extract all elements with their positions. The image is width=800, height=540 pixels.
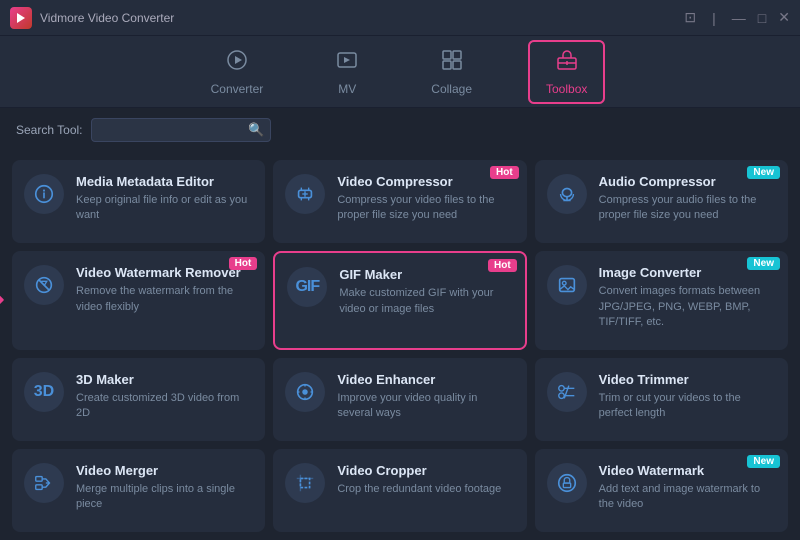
tab-collage-label: Collage [431, 82, 472, 96]
gif-maker-desc: Make customized GIF with your video or i… [339, 286, 510, 317]
video-compressor-info: Video Compressor Compress your video fil… [337, 174, 512, 224]
video-compressor-icon-wrap [285, 174, 325, 214]
video-merger-info: Video Merger Merge multiple clips into a… [76, 463, 251, 513]
tool-card-video-watermark[interactable]: Video Watermark Add text and image water… [535, 449, 788, 532]
tool-card-video-enhancer[interactable]: Video Enhancer Improve your video qualit… [273, 358, 526, 441]
video-watermark-info: Video Watermark Add text and image water… [599, 463, 774, 513]
watermark-remover-icon-wrap [24, 265, 64, 305]
video-merger-name: Video Merger [76, 463, 251, 478]
tool-card-video-trimmer[interactable]: Video Trimmer Trim or cut your videos to… [535, 358, 788, 441]
video-merger-icon-wrap [24, 463, 64, 503]
search-bar: Search Tool: 🔍 [0, 108, 800, 152]
3d-maker-icon-wrap: 3D [24, 372, 64, 412]
video-merger-desc: Merge multiple clips into a single piece [76, 482, 251, 513]
tab-toolbox[interactable]: Toolbox [528, 40, 605, 104]
toolbox-icon [555, 48, 579, 78]
video-trimmer-icon-wrap [547, 372, 587, 412]
tab-converter-label: Converter [211, 82, 264, 96]
video-enhancer-desc: Improve your video quality in several wa… [337, 391, 512, 422]
tab-toolbox-label: Toolbox [546, 82, 587, 96]
watermark-remover-badge: Hot [229, 257, 258, 270]
media-metadata-desc: Keep original file info or edit as you w… [76, 193, 251, 224]
search-label: Search Tool: [16, 123, 83, 137]
caption-icon[interactable]: ⊡ [684, 9, 696, 26]
audio-compressor-info: Audio Compressor Compress your audio fil… [599, 174, 774, 224]
video-trimmer-desc: Trim or cut your videos to the perfect l… [599, 391, 774, 422]
app-title: Vidmore Video Converter [40, 11, 684, 25]
tab-converter[interactable]: Converter [195, 42, 280, 102]
media-metadata-info: Media Metadata Editor Keep original file… [76, 174, 251, 224]
3d-maker-name: 3D Maker [76, 372, 251, 387]
video-cropper-name: Video Cropper [337, 463, 512, 478]
minimize-button[interactable]: — [732, 10, 746, 26]
watermark-remover-info: Video Watermark Remover Remove the water… [76, 265, 251, 315]
title-bar: Vidmore Video Converter ⊡ | — □ ✕ [0, 0, 800, 36]
close-button[interactable]: ✕ [778, 9, 790, 26]
mv-icon [335, 48, 359, 78]
image-converter-desc: Convert images formats between JPG/JPEG,… [599, 284, 774, 330]
video-compressor-badge: Hot [490, 166, 519, 179]
tool-card-media-metadata-editor[interactable]: Media Metadata Editor Keep original file… [12, 160, 265, 243]
tab-collage[interactable]: Collage [415, 42, 488, 102]
video-trimmer-name: Video Trimmer [599, 372, 774, 387]
app-logo [10, 7, 32, 29]
collage-icon [440, 48, 464, 78]
maximize-button[interactable]: □ [758, 10, 766, 26]
image-converter-icon-wrap [547, 265, 587, 305]
tool-card-video-watermark-remover[interactable]: Video Watermark Remover Remove the water… [12, 251, 265, 350]
search-input[interactable] [91, 118, 271, 142]
tool-card-3d-maker[interactable]: 3D 3D Maker Create customized 3D video f… [12, 358, 265, 441]
video-cropper-info: Video Cropper Crop the redundant video f… [337, 463, 512, 497]
tool-card-audio-compressor[interactable]: Audio Compressor Compress your audio fil… [535, 160, 788, 243]
media-metadata-name: Media Metadata Editor [76, 174, 251, 189]
audio-compressor-desc: Compress your audio files to the proper … [599, 193, 774, 224]
audio-compressor-badge: New [747, 166, 780, 179]
tool-card-video-compressor[interactable]: Video Compressor Compress your video fil… [273, 160, 526, 243]
nav-bar: Converter MV Collage [0, 36, 800, 108]
video-cropper-desc: Crop the redundant video footage [337, 482, 512, 497]
tool-card-image-converter[interactable]: Image Converter Convert images formats b… [535, 251, 788, 350]
arrow-indicator: ➜ [0, 290, 5, 311]
tool-card-video-merger[interactable]: Video Merger Merge multiple clips into a… [12, 449, 265, 532]
video-watermark-icon-wrap [547, 463, 587, 503]
converter-icon [225, 48, 249, 78]
video-trimmer-info: Video Trimmer Trim or cut your videos to… [599, 372, 774, 422]
3d-maker-info: 3D Maker Create customized 3D video from… [76, 372, 251, 422]
gif-maker-info: GIF Maker Make customized GIF with your … [339, 267, 510, 317]
video-cropper-icon-wrap [285, 463, 325, 503]
audio-compressor-icon-wrap [547, 174, 587, 214]
gif-maker-badge: Hot [488, 259, 517, 272]
window-controls: ⊡ | — □ ✕ [684, 9, 790, 26]
gif-maker-name: GIF Maker [339, 267, 510, 282]
video-enhancer-info: Video Enhancer Improve your video qualit… [337, 372, 512, 422]
search-icon: 🔍 [248, 122, 264, 138]
watermark-remover-desc: Remove the watermark from the video flex… [76, 284, 251, 315]
tab-mv[interactable]: MV [319, 42, 375, 102]
video-compressor-desc: Compress your video files to the proper … [337, 193, 512, 224]
image-converter-info: Image Converter Convert images formats b… [599, 265, 774, 330]
tab-mv-label: MV [338, 82, 356, 96]
tool-grid: Media Metadata Editor Keep original file… [0, 152, 800, 540]
3d-maker-desc: Create customized 3D video from 2D [76, 391, 251, 422]
gif-text-icon: GIF [295, 278, 319, 296]
video-compressor-name: Video Compressor [337, 174, 512, 189]
video-watermark-badge: New [747, 455, 780, 468]
search-wrapper: 🔍 [91, 118, 271, 142]
watermark-remover-name: Video Watermark Remover [76, 265, 251, 280]
video-enhancer-name: Video Enhancer [337, 372, 512, 387]
image-converter-badge: New [747, 257, 780, 270]
media-metadata-icon-wrap [24, 174, 64, 214]
gif-maker-icon-wrap: GIF [287, 267, 327, 307]
tool-card-video-cropper[interactable]: Video Cropper Crop the redundant video f… [273, 449, 526, 532]
tool-card-gif-maker[interactable]: GIF GIF Maker Make customized GIF with y… [273, 251, 526, 350]
video-watermark-desc: Add text and image watermark to the vide… [599, 482, 774, 513]
3d-text-icon: 3D [34, 383, 54, 401]
video-enhancer-icon-wrap [285, 372, 325, 412]
